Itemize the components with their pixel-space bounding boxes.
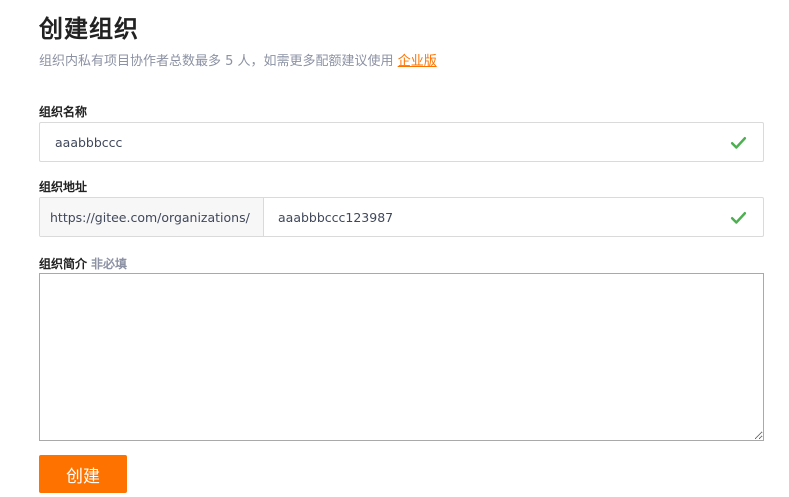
org-address-field[interactable]: https://gitee.com/organizations/ aaabbbc… <box>39 197 764 237</box>
org-description-textarea[interactable] <box>39 273 764 441</box>
org-address-value: aaabbbccc123987 <box>278 210 394 225</box>
page-title: 创建组织 <box>39 15 139 43</box>
optional-tag: 非必填 <box>91 257 128 271</box>
org-description-label: 组织简介 非必填 <box>39 255 127 272</box>
org-name-label: 组织名称 <box>39 105 88 119</box>
create-organization-page: 创建组织 组织内私有项目协作者总数最多 5 人，如需更多配额建议使用 企业版 组… <box>0 0 789 497</box>
page-subtitle: 组织内私有项目协作者总数最多 5 人，如需更多配额建议使用 企业版 <box>39 50 437 69</box>
check-icon <box>730 137 747 149</box>
subtitle-text: 组织内私有项目协作者总数最多 5 人，如需更多配额建议使用 <box>39 54 394 69</box>
org-address-label: 组织地址 <box>39 180 88 194</box>
org-name-field[interactable]: aaabbbccc <box>39 122 764 162</box>
org-name-value: aaabbbccc <box>55 135 123 150</box>
check-icon <box>730 212 747 224</box>
org-description-label-text: 组织简介 <box>39 257 88 271</box>
enterprise-link[interactable]: 企业版 <box>398 54 437 69</box>
create-button[interactable]: 创建 <box>39 455 127 493</box>
org-address-prefix: https://gitee.com/organizations/ <box>40 198 264 236</box>
